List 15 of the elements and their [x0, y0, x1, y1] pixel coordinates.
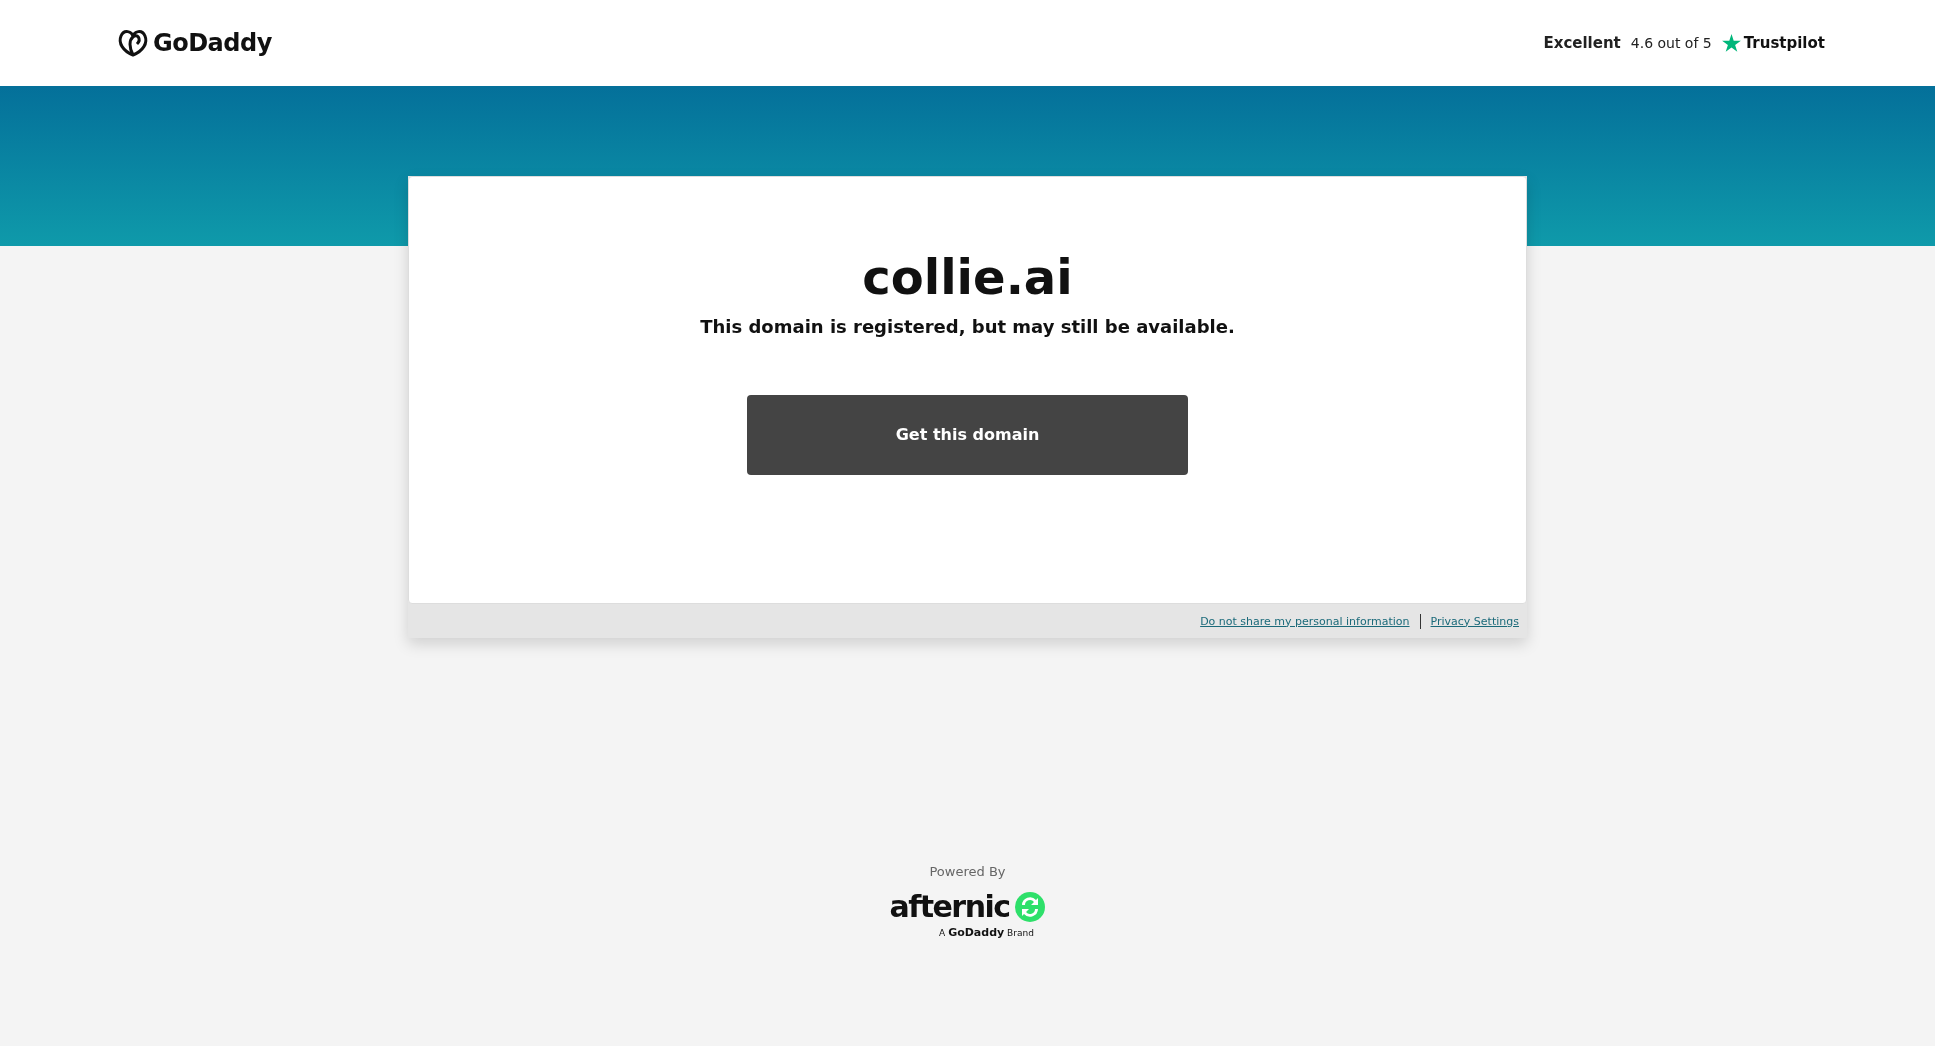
footer-link[interactable]: Do not share my personal information	[1200, 614, 1410, 628]
rating-score: 4.6 out of 5	[1630, 35, 1712, 51]
trustpilot-link[interactable]: Trustpilot	[1721, 34, 1825, 52]
logo-icon	[117, 29, 149, 57]
godaddy-logo[interactable]: GoDaddy	[117, 29, 272, 57]
rating-label: Excellent	[1543, 34, 1621, 52]
powered-by-label: Powered By	[929, 864, 1006, 879]
star-icon	[1721, 34, 1741, 52]
domain-status: This domain is registered, but may still be available.	[700, 315, 1235, 337]
arrows-icon	[1013, 890, 1046, 923]
get-domain-button[interactable]: Get this domain	[747, 394, 1188, 475]
footer-link[interactable]: Privacy Settings	[1430, 614, 1519, 628]
brand-tagline: A GoDaddy Brand	[939, 926, 1034, 939]
domain-name: collie.ai	[862, 251, 1073, 304]
afternic-logo: afternic	[889, 889, 1010, 924]
